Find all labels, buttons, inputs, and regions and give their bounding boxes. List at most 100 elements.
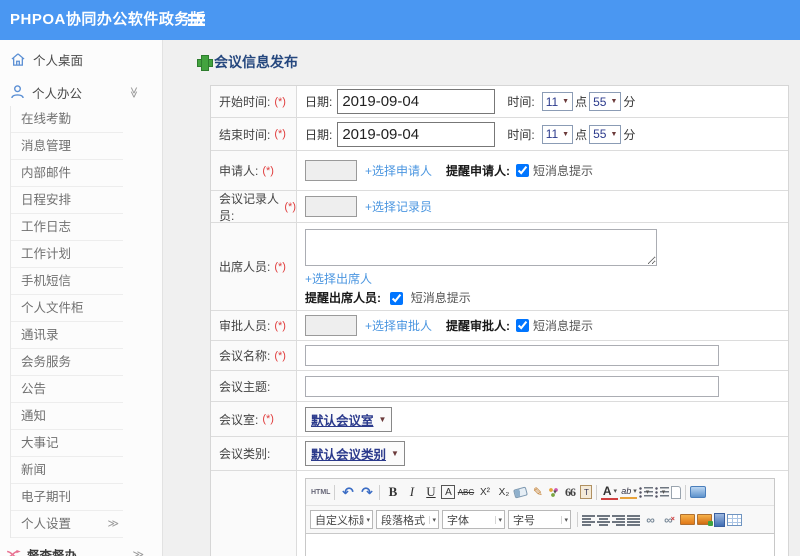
approver-input[interactable] [305,315,357,336]
add-plus-icon [197,55,213,71]
sms-remind-checkbox[interactable] [516,164,530,177]
sidebar-item[interactable]: 手机短信 [11,268,123,295]
brush-icon[interactable]: ✎ [529,482,546,502]
underline-icon[interactable]: U [422,482,439,502]
editor-content-area[interactable] [306,533,774,556]
select-label: 自定义标题 [315,514,363,527]
sidebar-item[interactable]: 会务服务 [11,349,123,376]
caret-down-icon: ▼ [562,130,570,138]
sidebar-item-label: 个人桌面 [33,53,84,68]
remind-attendees-label: 提醒出席人员: [305,291,381,305]
sidebar-item[interactable]: 日程安排 [11,187,123,214]
link-icon[interactable]: ∞ [642,510,659,530]
form-row-approver: 审批人员: (*) +选择审批人 提醒审批人: 短消息提示 [211,311,788,341]
strikethrough-icon[interactable]: ABC [457,482,474,502]
format-painter-icon[interactable]: ▾ [548,486,560,498]
sidebar-item-supervise[interactable]: 督查督办 ≫ [0,541,162,556]
label-text: 会议类别: [219,447,271,461]
subscript-icon[interactable]: X₂ [495,482,512,502]
applicant-input[interactable] [305,160,357,181]
sidebar-item-personal-office[interactable]: 个人办公 ≫ [0,78,162,106]
sidebar-item[interactable]: 内部邮件 [11,160,123,187]
sidebar-item[interactable]: 通讯录 [11,322,123,349]
sidebar-item-desktop[interactable]: 个人桌面 [0,45,162,73]
top-bar: PHPOA协同办公软件政务版 [0,0,800,40]
eraser-icon[interactable] [513,485,529,499]
hamburger-menu-icon[interactable] [188,14,205,26]
caret-down-icon: ▾ [645,489,650,496]
superscript-icon[interactable]: X² [476,482,493,502]
align-left-icon[interactable] [582,513,595,526]
font-family-select[interactable]: 字体 ▾ [442,510,505,529]
sidebar-item[interactable]: 工作计划 [11,241,123,268]
bold-icon[interactable]: B [384,482,401,502]
ordered-list-icon[interactable]: ▾ [639,486,654,498]
blockquote-icon[interactable]: 66 [561,482,578,502]
attendees-textarea[interactable] [305,229,657,266]
sidebar-item[interactable]: 消息管理 [11,133,123,160]
table-icon[interactable] [727,513,742,526]
meeting-room-select[interactable]: 默认会议室 ▼ [305,406,393,432]
fullscreen-icon[interactable] [690,486,707,498]
align-justify-icon[interactable] [627,513,640,526]
end-minute-select[interactable]: 55 ▼ [589,124,622,144]
insert-image-icon[interactable] [697,514,713,526]
undo-icon[interactable]: ↶ [339,482,356,502]
italic-icon[interactable]: I [403,482,420,502]
meeting-category-select[interactable]: 默认会议类别 ▼ [305,441,405,466]
paragraph-format-select[interactable]: 段落格式 ▾ [376,510,439,529]
start-date-input[interactable] [337,89,496,114]
end-date-input[interactable] [337,121,496,147]
meeting-name-input[interactable] [305,345,719,366]
start-hour-select[interactable]: 11 ▼ [541,92,574,111]
meeting-topic-input[interactable] [305,375,719,397]
recorder-input[interactable] [305,196,357,217]
sidebar-item-label: 新闻 [21,463,47,477]
time-label: 时间: [507,127,535,142]
home-icon [11,52,25,66]
sms-remind-checkbox[interactable] [516,319,530,332]
sidebar-item[interactable]: 大事记 [11,430,123,457]
field-label: 会议名称: (*) [211,341,297,370]
unlink-icon[interactable]: ∞ × [661,510,678,530]
time-label: 时间: [507,95,535,109]
font-color-icon[interactable]: A ▾ [601,484,619,500]
minute-value: 55 [593,127,607,141]
sidebar-item[interactable]: 新闻 [11,457,123,484]
sidebar-item-label: 会务服务 [21,355,72,369]
custom-heading-select[interactable]: 自定义标题▾ [310,510,373,529]
sidebar-item[interactable]: 个人文件柜 [11,295,123,322]
redo-icon[interactable]: ↷ [358,482,375,502]
remind-attendees-line: 提醒出席人员: 短消息提示 [305,289,471,306]
sidebar-item[interactable]: 通知 [11,403,123,430]
unordered-list-icon[interactable]: ▾ [655,486,670,498]
toolbar-separator [685,484,687,500]
sidebar-item[interactable]: 电子期刊 [11,484,123,511]
sms-remind-checkbox[interactable] [390,292,404,306]
field-label: 审批人员: (*) [211,311,297,340]
sidebar-item-label: 消息管理 [21,139,72,153]
paste-icon[interactable]: T [580,485,593,499]
end-hour-select[interactable]: 11 ▼ [541,124,574,144]
new-page-icon[interactable] [671,485,682,499]
start-minute-select[interactable]: 55 ▼ [589,92,622,111]
image-icon[interactable] [680,514,695,525]
sidebar-item[interactable]: 个人设置 ≫ [11,511,123,538]
choose-applicant-link[interactable]: +选择申请人 [365,162,432,179]
align-right-icon[interactable] [612,513,625,526]
highlight-icon[interactable]: ab ▾ [620,485,638,499]
align-center-icon[interactable] [597,513,610,526]
media-icon[interactable] [714,512,725,527]
choose-approver-link[interactable]: +选择审批人 [365,317,432,334]
font-size-select[interactable]: 字号 ▾ [508,510,571,529]
form-row-meeting-topic: 会议主题: [211,371,788,402]
field-label: 申请人: (*) [211,151,297,190]
field-label: 开始时间: (*) [211,86,297,117]
html-source-button[interactable]: HTML [311,482,330,502]
choose-recorder-link[interactable]: +选择记录员 [365,198,432,215]
choose-attendees-link[interactable]: +选择出席人 [305,270,372,287]
font-border-icon[interactable]: A [441,485,456,499]
sidebar-item[interactable]: 在线考勤 [11,106,123,133]
sidebar-item[interactable]: 工作日志 [11,214,123,241]
sidebar-item[interactable]: 公告 [11,376,123,403]
